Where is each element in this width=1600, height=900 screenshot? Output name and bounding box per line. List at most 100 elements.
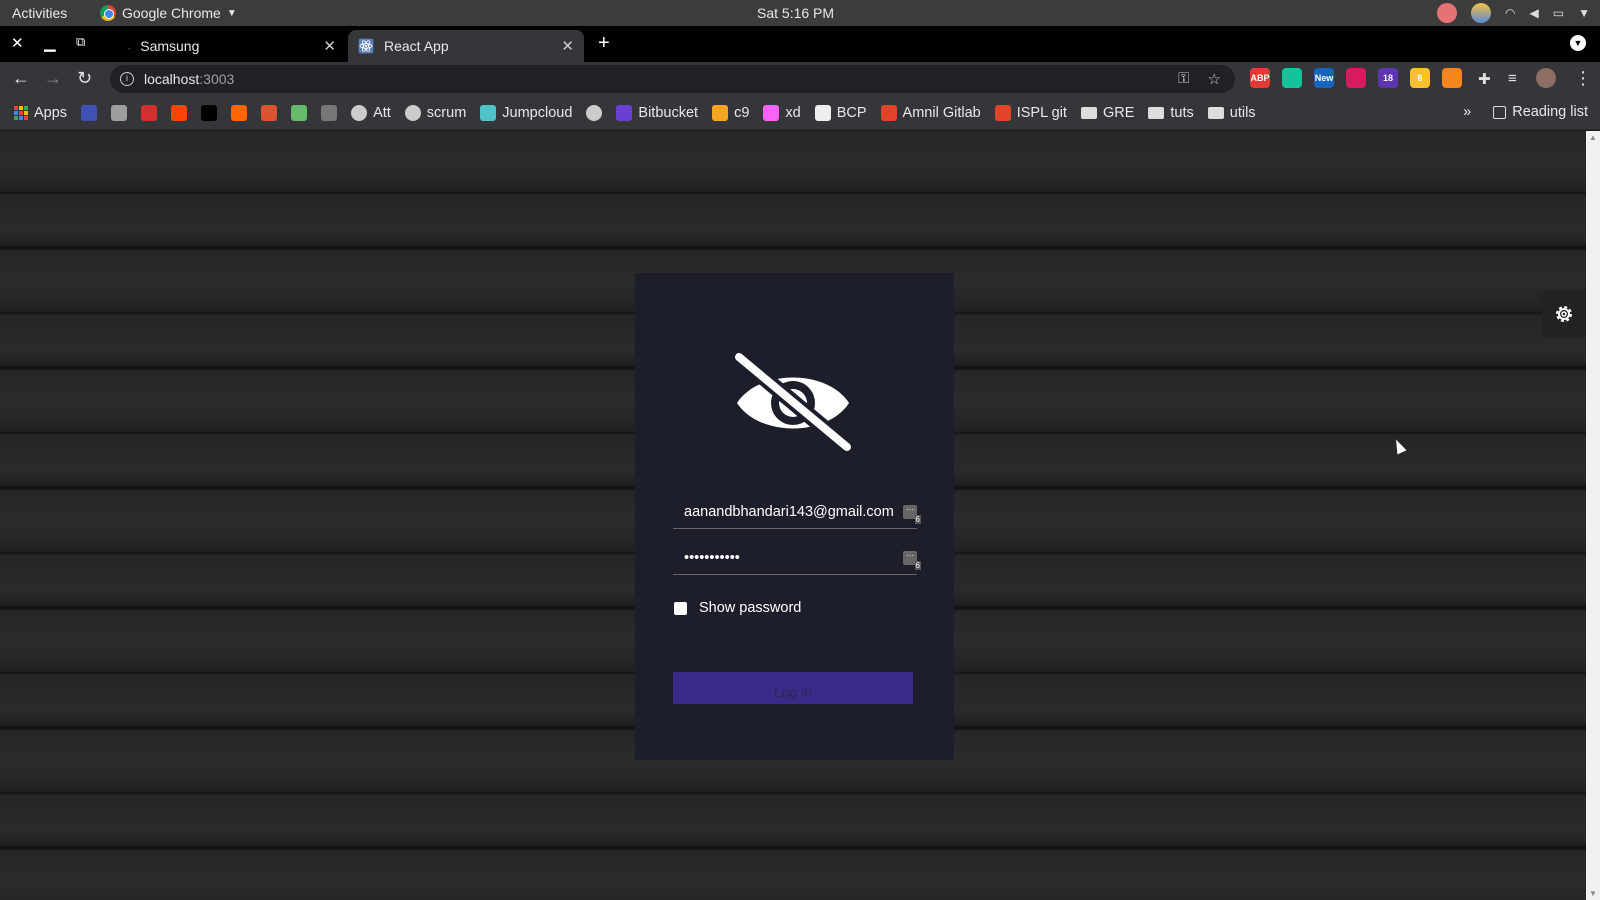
screen-recorder-icon[interactable] [1437,3,1458,23]
bookmark-star-icon[interactable]: ☆ [1208,70,1221,88]
password-input[interactable] [673,541,917,574]
bookmark-item[interactable]: utils [1207,105,1256,121]
key-icon[interactable]: ⚿ [1178,70,1189,88]
gitlab-icon [880,104,897,121]
tab-react-app[interactable]: React App ✕ [348,30,584,62]
gitlab-icon [994,104,1011,121]
close-tab-icon[interactable]: ✕ [323,37,336,55]
minimize-window-icon[interactable]: ▁ [44,34,56,52]
bm-swirl-icon [111,104,128,121]
browser-toolbar: ← → ↻ i localhost:3003 ⚿ ☆ ABP New 18 6 ✚ ≡… [0,62,1600,96]
adblock-icon[interactable]: ABP [1250,68,1270,88]
scroll-up-icon[interactable]: ▲ [1589,133,1597,142]
app-menu[interactable]: Google Chrome ▼ [100,5,237,21]
bookmark-item[interactable]: c9 [712,104,749,121]
extension-red-icon[interactable] [1346,68,1366,88]
tab-search-icon[interactable]: ▼ [1570,35,1586,51]
tab-samsung[interactable]: . Samsung ✕ [118,30,346,62]
bookmark-label: ISPL git [1016,104,1067,121]
tab-title: Samsung [140,38,200,54]
reading-list-button[interactable]: Reading list [1493,104,1588,120]
bookmark-item[interactable] [141,104,158,121]
reading-list-label: Reading list [1512,104,1588,120]
media-control-icon[interactable]: ≡ [1508,70,1517,87]
forward-icon[interactable]: → [44,68,62,89]
wifi-icon[interactable]: ◠ [1505,6,1515,20]
url-text[interactable]: localhost:3003 [144,71,234,87]
site-info-icon[interactable]: i [120,72,134,86]
bookmark-item[interactable]: tuts [1148,104,1194,121]
bookmark-item[interactable] [231,104,248,121]
bookmark-item[interactable] [81,104,98,121]
password-field[interactable]: ··· 6 [673,541,921,575]
eye-slash-icon [731,351,855,451]
more-bookmarks-chevron[interactable]: » [1463,104,1471,120]
scroll-down-icon[interactable]: ▼ [1589,889,1597,898]
email-input[interactable] [673,495,917,528]
chrome-menu-icon[interactable]: ⋮ [1574,68,1592,89]
sticky-notes-icon[interactable]: 6 [1410,68,1430,88]
password-manager-badge: 6 [914,515,921,524]
metamask-icon[interactable] [1442,68,1462,88]
bookmark-label: Amnil Gitlab [902,104,981,121]
profile-avatar[interactable] [1536,68,1556,88]
chrome-icon [100,5,116,21]
bookmark-item[interactable]: xd [763,104,801,121]
react-icon [358,38,374,54]
restore-window-icon[interactable]: ⧉ [76,34,85,50]
page-scrollbar[interactable]: ▲ ▼ [1586,131,1600,900]
bookmark-item[interactable] [111,104,128,121]
battery-icon[interactable]: ▭ [1553,6,1564,20]
bookmark-item[interactable]: Bitbucket [616,104,698,121]
bookmark-item[interactable]: scrum [404,104,466,121]
bookmark-label: tuts [1170,104,1194,121]
close-tab-icon[interactable]: ✕ [561,37,574,55]
settings-button[interactable] [1542,290,1586,338]
extensions-puzzle-icon[interactable]: ✚ [1478,70,1491,88]
bookmarks-bar: Apps Att scrum Jumpcloud Bitbucket c9 xd BCP Am… [0,96,1600,130]
show-password-checkbox[interactable] [674,601,687,615]
show-password-toggle[interactable]: Show password [674,600,801,616]
new-tab-icon[interactable]: + [598,32,610,55]
weather-icon[interactable] [1471,3,1492,23]
bitbucket-icon [616,104,633,121]
bookmark-item[interactable] [321,104,338,121]
bookmark-item[interactable]: BCP [814,104,867,121]
xd-icon [763,104,780,121]
bookmark-item[interactable]: Att [351,104,391,121]
login-card: ··· 6 ··· 6 Show password Log in [635,273,954,760]
bookmark-item[interactable]: ISPL git [994,104,1067,121]
bookmark-item[interactable]: Amnil Gitlab [880,104,981,121]
bookmark-list: Att scrum Jumpcloud Bitbucket c9 xd BCP Amnil G… [81,104,1256,121]
bookmark-apps[interactable]: Apps [14,105,67,121]
bcp-icon [814,104,831,121]
system-top-bar: Activities Google Chrome ▼ Sat 5:16 PM ◠… [0,0,1600,26]
close-window-icon[interactable]: ✕ [11,34,24,52]
activities-button[interactable]: Activities [12,5,67,21]
bookmark-item[interactable] [171,104,188,121]
reload-icon[interactable]: ↻ [77,68,92,89]
show-password-label: Show password [699,600,802,616]
bookmark-item[interactable] [291,104,308,121]
js-icon [141,104,158,121]
login-button[interactable]: Log in [673,672,913,704]
system-tray[interactable]: ◠ ◀ ▭ ▼ [1437,3,1590,23]
new-extension-icon[interactable]: New [1314,68,1334,88]
c9-icon [712,104,729,121]
system-menu-chevron-icon[interactable]: ▼ [1578,6,1590,20]
bookmark-item[interactable] [586,104,603,121]
email-field[interactable]: ··· 6 [673,495,921,529]
jumpcloud-icon [480,104,497,121]
clock[interactable]: Sat 5:16 PM [757,5,834,21]
bookmark-item[interactable]: GRE [1080,105,1134,121]
bookmark-label: Jumpcloud [502,104,573,121]
bookmark-item[interactable]: Jumpcloud [480,104,573,121]
bookmark-item[interactable] [201,104,218,121]
volume-icon[interactable]: ◀ [1530,6,1539,20]
back-icon[interactable]: ← [12,68,30,89]
apps-grid-icon [14,105,28,120]
grammarly-icon[interactable] [1282,68,1302,88]
extension-badge-icon[interactable]: 18 [1378,68,1398,88]
address-bar[interactable]: i localhost:3003 ⚿ ☆ [110,65,1235,93]
bookmark-item[interactable] [261,104,278,121]
